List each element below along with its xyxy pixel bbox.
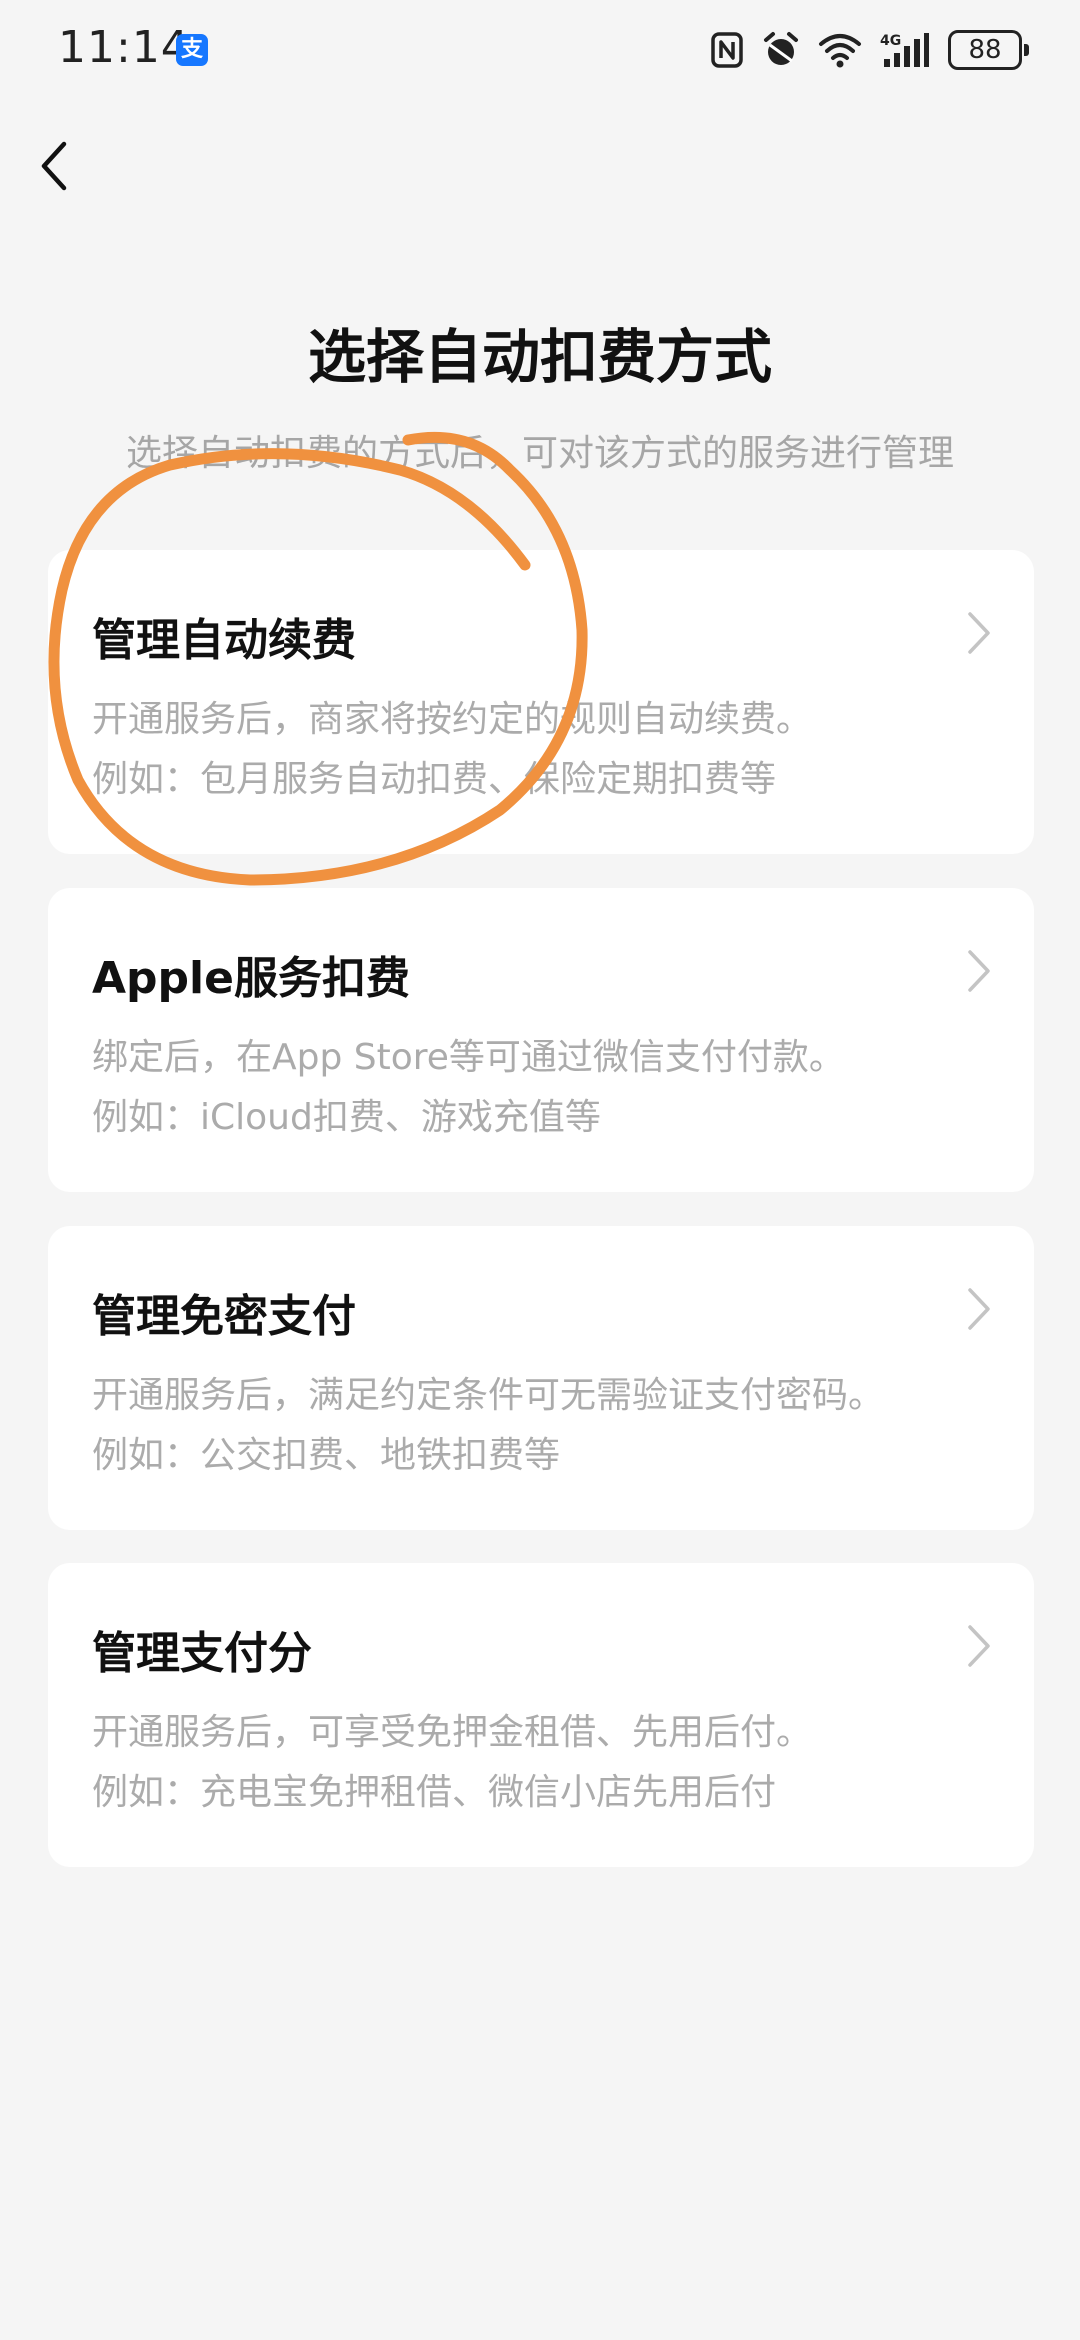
- option-title: Apple服务扣费: [92, 953, 410, 1004]
- page: 11:14 支 4G 88 选择自动扣费方式 选择自动扣费的方式后，可对该方式的…: [0, 0, 1080, 2340]
- payment-score-option[interactable]: 管理支付分 开通服务后，可享受免押金租借、先用后付。 例如：充电宝免押租借、微信…: [48, 1563, 1034, 1867]
- option-example: 例如：包月服务自动扣费、保险定期扣费等: [92, 759, 777, 800]
- chevron-right-icon: [968, 950, 990, 992]
- option-example: 例如：iCloud扣费、游戏充值等: [92, 1097, 601, 1138]
- chevron-right-icon: [968, 1288, 990, 1330]
- page-subtitle: 选择自动扣费的方式后，可对该方式的服务进行管理: [125, 433, 954, 474]
- password-free-payment-option[interactable]: 管理免密支付 开通服务后，满足约定条件可无需验证支付密码。 例如：公交扣费、地铁…: [48, 1226, 1034, 1530]
- back-button[interactable]: [30, 136, 90, 196]
- option-title: 管理免密支付: [92, 1291, 356, 1342]
- alarm-icon: [764, 32, 798, 65]
- option-description: 开通服务后，商家将按约定的规则自动续费。: [92, 699, 813, 740]
- alipay-notification-icon: 支: [176, 34, 208, 66]
- option-description: 开通服务后，可享受免押金租借、先用后付。: [92, 1712, 813, 1753]
- status-bar: 11:14 支 4G 88: [0, 0, 1080, 100]
- option-example: 例如：充电宝免押租借、微信小店先用后付: [92, 1772, 777, 1813]
- option-title: 管理自动续费: [92, 615, 356, 666]
- back-arrow-icon: [41, 141, 67, 191]
- option-description: 绑定后，在App Store等可通过微信支付付款。: [92, 1037, 845, 1078]
- apple-service-payment-option[interactable]: Apple服务扣费 绑定后，在App Store等可通过微信支付付款。 例如：i…: [48, 888, 1034, 1192]
- option-title: 管理支付分: [92, 1628, 312, 1679]
- option-example: 例如：公交扣费、地铁扣费等: [92, 1435, 561, 1476]
- chevron-right-icon: [968, 612, 990, 654]
- auto-renewal-option[interactable]: 管理自动续费 开通服务后，商家将按约定的规则自动续费。 例如：包月服务自动扣费、…: [48, 550, 1034, 854]
- battery-icon: 88: [948, 30, 1029, 70]
- chevron-right-icon: [968, 1625, 990, 1667]
- page-title: 选择自动扣费方式: [307, 323, 772, 391]
- svg-text:4G: 4G: [880, 33, 901, 49]
- cellular-signal-icon: 4G: [880, 33, 929, 67]
- status-time: 11:14: [58, 22, 190, 73]
- wifi-icon: [819, 34, 861, 68]
- option-description: 开通服务后，满足约定条件可无需验证支付密码。: [92, 1375, 885, 1416]
- nfc-icon: [711, 32, 743, 68]
- status-icons: 4G 88: [710, 28, 1029, 72]
